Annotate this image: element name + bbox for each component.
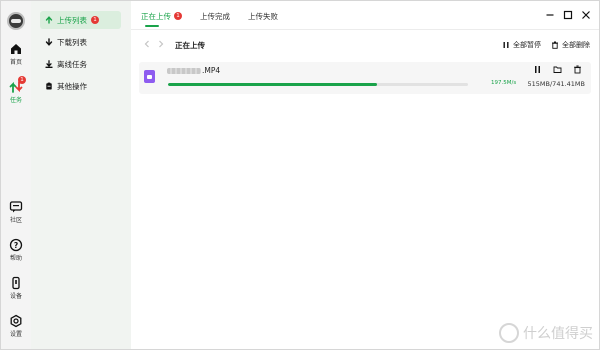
rail-item-label: 设备 — [9, 293, 22, 300]
rail-item-label: 社区 — [9, 217, 22, 224]
avatar[interactable] — [7, 12, 25, 30]
window-controls — [545, 10, 591, 20]
pause-icon — [503, 42, 509, 48]
file-extension: .MP4 — [202, 66, 221, 75]
upload-arrow-icon — [45, 16, 53, 24]
sidebar-item-label: 下载列表 — [57, 37, 87, 47]
clipboard-icon — [46, 82, 52, 90]
delete-all-button[interactable]: 全部删除 — [551, 40, 590, 50]
svg-text:?: ? — [14, 241, 18, 250]
sidebar-item-download-list[interactable]: 下载列表 — [40, 33, 121, 51]
tab-bar: 正在上传 1 上传完成 上传失败 — [141, 11, 296, 27]
rail-item-label: 帮助 — [9, 255, 22, 262]
rail-item-home[interactable]: 首页 — [1, 42, 31, 66]
watermark: 什么值得买 — [499, 323, 593, 343]
sidebar-item-other-actions[interactable]: 其他操作 — [40, 77, 121, 95]
folder-icon[interactable] — [553, 65, 562, 74]
sidebar-item-label: 其他操作 — [57, 81, 87, 91]
minimize-button[interactable] — [545, 10, 555, 20]
rail-item-label: 首页 — [9, 59, 22, 66]
chat-icon — [9, 201, 23, 213]
file-name: .MP4 — [167, 66, 220, 75]
sidebar-item-label: 上传列表 — [57, 15, 87, 25]
redacted-name — [167, 67, 201, 74]
close-icon — [582, 11, 590, 19]
rail-item-device[interactable]: 设备 — [1, 276, 31, 300]
help-icon: ? — [9, 238, 23, 252]
main-panel: 正在上传 1 上传完成 上传失败 正在上传 全部暂停 全部删除 .MP4 197… — [131, 1, 599, 349]
tab-upload-complete[interactable]: 上传完成 — [200, 11, 230, 27]
tab-label: 上传完成 — [200, 12, 230, 21]
tab-upload-failed[interactable]: 上传失败 — [248, 11, 278, 27]
header-divider — [131, 29, 599, 30]
upload-count-badge: 1 — [91, 16, 99, 24]
pause-icon[interactable] — [533, 65, 542, 74]
minimize-icon — [546, 14, 554, 16]
settings-icon — [10, 314, 22, 328]
back-arrow-icon[interactable] — [143, 40, 151, 48]
rail-item-tasks[interactable]: 1 任务 — [1, 76, 31, 104]
tab-label: 正在上传 — [141, 12, 171, 21]
trash-icon — [552, 41, 558, 49]
sidebar-item-label: 离线任务 — [57, 59, 87, 69]
forward-arrow-icon[interactable] — [157, 40, 165, 48]
transfer-size: 515MB/741.41MB — [527, 80, 585, 88]
pause-all-button[interactable]: 全部暂停 — [502, 40, 541, 50]
trash-icon[interactable] — [573, 65, 582, 74]
transfer-speed: 197.5M/s — [491, 80, 517, 86]
offline-download-icon — [45, 60, 53, 68]
transfer-row[interactable]: .MP4 197.5M/s 515MB/741.41MB — [139, 62, 591, 94]
sidebar-item-offline-tasks[interactable]: 离线任务 — [40, 55, 121, 73]
sidebar-item-upload-list[interactable]: 上传列表 1 — [40, 11, 121, 29]
rail-item-help[interactable]: ? 帮助 — [1, 238, 31, 262]
tab-label: 上传失败 — [248, 12, 278, 21]
watermark-logo-icon — [499, 323, 519, 343]
rail-item-community[interactable]: 社区 — [1, 200, 31, 224]
sidebar: 上传列表 1 下载列表 离线任务 其他操作 — [31, 1, 131, 349]
tab-uploading[interactable]: 正在上传 1 — [141, 11, 182, 27]
home-icon — [11, 44, 21, 54]
rail-item-label: 设置 — [9, 331, 22, 338]
tab-badge: 1 — [174, 12, 182, 20]
tasks-badge: 1 — [18, 76, 26, 84]
video-file-icon — [144, 70, 155, 83]
delete-all-label: 全部删除 — [562, 41, 590, 49]
progress-fill — [168, 83, 377, 86]
maximize-icon — [563, 10, 573, 20]
sub-toolbar: 正在上传 全部暂停 全部删除 — [131, 37, 599, 53]
pause-all-label: 全部暂停 — [513, 41, 541, 49]
rail-item-settings[interactable]: 设置 — [1, 314, 31, 338]
download-arrow-icon — [45, 38, 53, 46]
watermark-text: 什么值得买 — [523, 326, 593, 342]
icon-rail: 首页 1 任务 社区 ? 帮助 设备 设置 — [1, 1, 31, 349]
rail-item-label: 任务 — [9, 97, 22, 104]
section-title: 正在上传 — [175, 41, 205, 50]
progress-bar — [168, 83, 468, 86]
device-icon — [12, 276, 20, 290]
app-window: 首页 1 任务 社区 ? 帮助 设备 设置 上传列表 1 下载列表 离线任务 其… — [0, 0, 600, 350]
maximize-button[interactable] — [563, 10, 573, 20]
close-button[interactable] — [581, 10, 591, 20]
